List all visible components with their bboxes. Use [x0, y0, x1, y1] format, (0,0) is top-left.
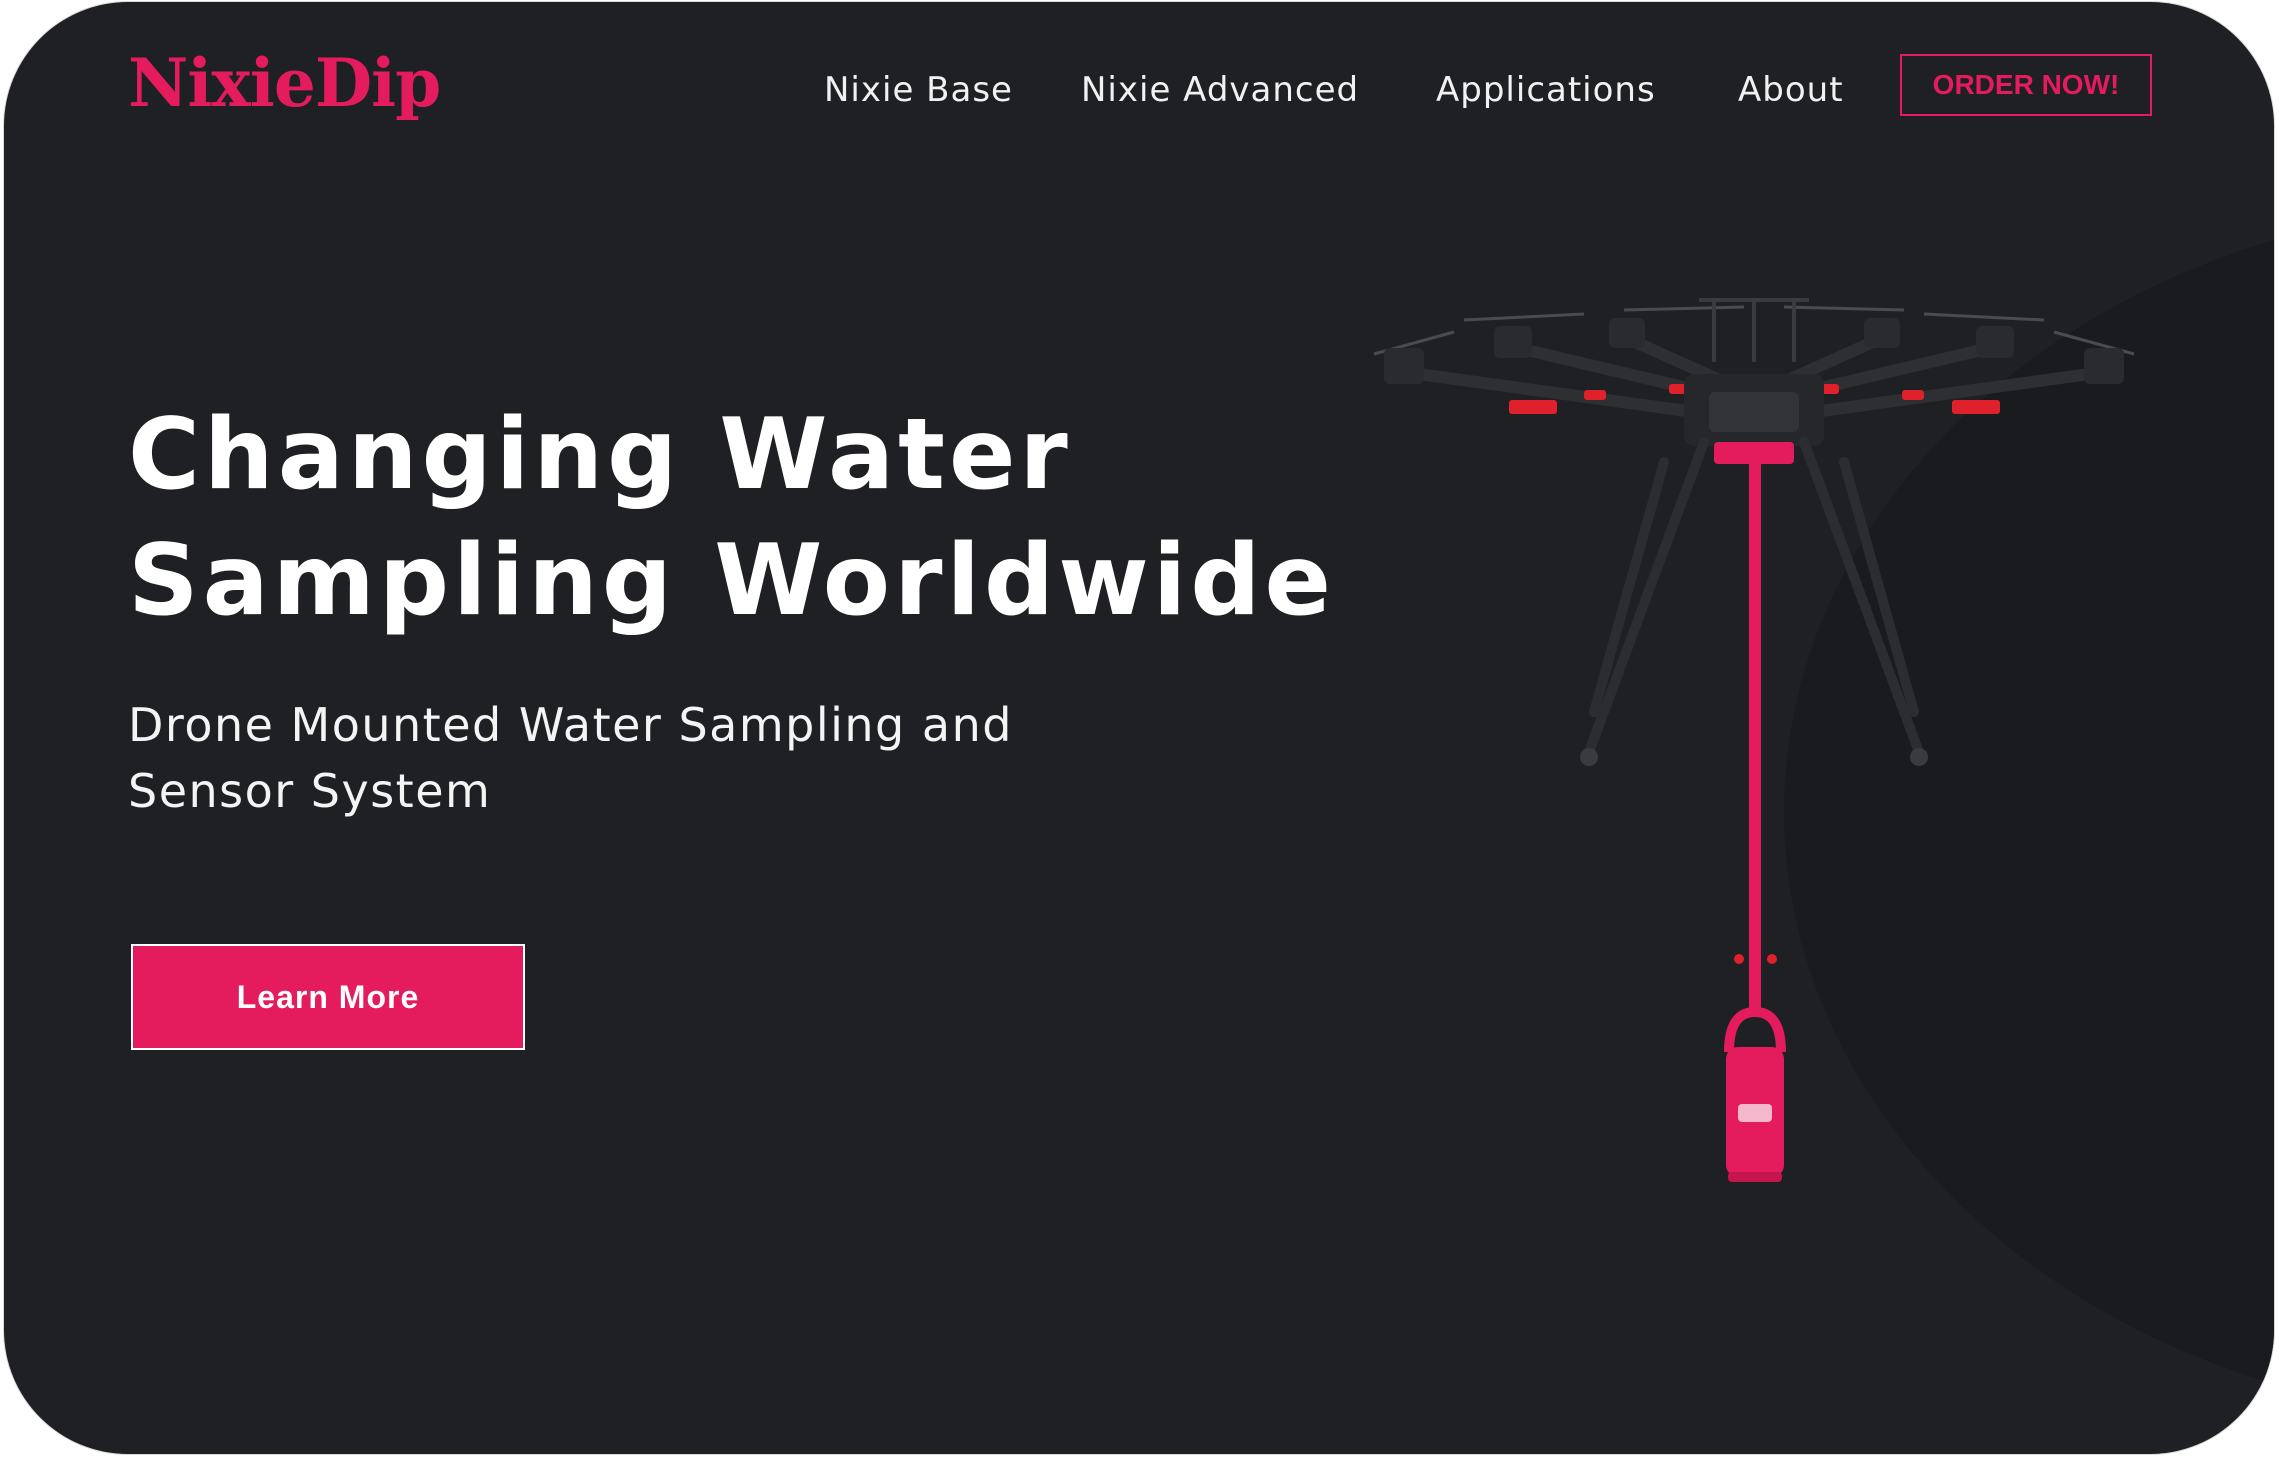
hero-subtitle-line: Sensor System [128, 764, 492, 818]
hero-headline-line: Sampling Worldwide [128, 524, 1335, 638]
nav-link-nixie-advanced[interactable]: Nixie Advanced [1081, 64, 1359, 116]
hero-headline: Changing Water Sampling Worldwide [128, 392, 1335, 644]
page-frame: NixieDip Nixie Base Nixie Advanced Appli… [4, 2, 2274, 1454]
nav-link-applications[interactable]: Applications [1436, 64, 1656, 116]
drone-image [1373, 298, 2135, 1182]
nav-link-nixie-base[interactable]: Nixie Base [824, 64, 1013, 116]
brand-logo[interactable]: NixieDip [128, 38, 441, 128]
hero-subtitle-line: Drone Mounted Water Sampling and [128, 698, 1013, 752]
hero-subtitle: Drone Mounted Water Sampling and Sensor … [128, 692, 1178, 824]
learn-more-button[interactable]: Learn More [131, 944, 525, 1050]
hero-headline-line: Changing Water [128, 398, 1072, 512]
nav-link-about[interactable]: About [1738, 64, 1844, 116]
order-now-button[interactable]: ORDER NOW! [1900, 54, 2152, 116]
